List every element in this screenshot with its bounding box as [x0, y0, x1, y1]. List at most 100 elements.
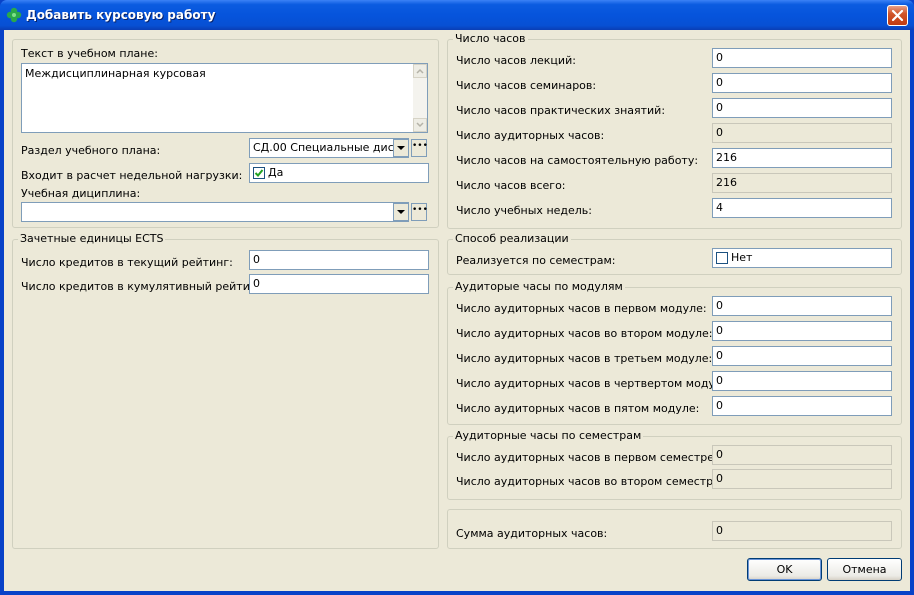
- row-label: Число аудиторных часов во втором модуле:: [456, 327, 713, 340]
- row-label: Число часов на самостоятельную работу:: [456, 154, 699, 167]
- number-input[interactable]: 0: [712, 396, 892, 416]
- row-label: Число часов семинаров:: [456, 79, 597, 92]
- scroll-down-arrow[interactable]: [413, 118, 427, 132]
- field-value: 0: [716, 472, 723, 485]
- field-value: 0: [716, 349, 723, 362]
- field-value: 0: [716, 126, 723, 139]
- realization-field: Нет: [712, 248, 892, 268]
- number-input[interactable]: 0: [712, 73, 892, 93]
- hours-group-title: Число часов: [453, 32, 528, 45]
- ects-group-title: Зачетные единицы ECTS: [18, 232, 166, 245]
- number-input[interactable]: 0: [712, 321, 892, 341]
- number-input[interactable]: 0: [712, 346, 892, 366]
- credits-current-label: Число кредитов в текущий рейтинг:: [21, 256, 233, 269]
- curriculum-group: Текст в учебном плане: Междисциплинарная…: [12, 39, 439, 228]
- semesters-group: Аудиторные часы по семестрам Число аудит…: [447, 429, 902, 500]
- field-value: 0: [716, 399, 723, 412]
- number-input[interactable]: 216: [712, 148, 892, 168]
- dialog-window: Добавить курсовую работу Текст в учебном…: [0, 0, 914, 595]
- chevron-up-icon: [416, 68, 424, 74]
- weekly-load-value: Да: [268, 166, 284, 179]
- sum-field: 0: [712, 521, 892, 541]
- weekly-load-label: Входит в расчет недельной нагрузки:: [21, 169, 243, 182]
- realization-group: Способ реализации Реализуется по семестр…: [447, 232, 902, 275]
- row-label: Число аудиторных часов в третьем модуле:: [456, 352, 713, 365]
- realization-value: Нет: [731, 251, 753, 264]
- readonly-field: 0: [712, 123, 892, 143]
- field-value: 216: [716, 176, 737, 189]
- readonly-field: 0: [712, 445, 892, 465]
- title-bar[interactable]: Добавить курсовую работу: [0, 0, 914, 30]
- row-label: Число аудиторных часов в первом семестре…: [456, 451, 718, 464]
- number-input[interactable]: 4: [712, 198, 892, 218]
- row-label: Число учебных недель:: [456, 204, 592, 217]
- app-clover-icon: [6, 7, 22, 23]
- field-value: 4: [716, 201, 723, 214]
- sum-value: 0: [716, 524, 723, 537]
- discipline-browse-button[interactable]: •••: [411, 203, 428, 221]
- scroll-up-arrow[interactable]: [413, 64, 427, 78]
- discipline-combo[interactable]: [21, 202, 409, 222]
- realization-group-title: Способ реализации: [453, 232, 571, 245]
- ellipsis-icon: •••: [412, 141, 428, 151]
- discipline-label: Учебная дициплина:: [21, 187, 141, 200]
- modules-group-title: Аудиторые часы по модулям: [453, 280, 625, 293]
- readonly-field: 216: [712, 173, 892, 193]
- credits-cumulative-label: Число кредитов в кумулятивный рейтинг:: [21, 280, 267, 293]
- field-value: 0: [716, 101, 723, 114]
- close-icon: [891, 9, 904, 22]
- dropdown-arrow-icon: [397, 146, 405, 150]
- row-label: Число аудиторных часов в пятом модуле:: [456, 402, 700, 415]
- dropdown-arrow-icon: [397, 210, 405, 214]
- row-label: Число часов всего:: [456, 179, 566, 192]
- section-label: Раздел учебного плана:: [21, 144, 161, 157]
- realization-label: Реализуется по семестрам:: [456, 254, 616, 267]
- window-title: Добавить курсовую работу: [26, 8, 216, 22]
- section-combo[interactable]: СД.00 Специальные дисцип: [249, 138, 409, 158]
- modules-group: Аудиторые часы по модулям Число аудиторн…: [447, 280, 902, 425]
- section-combo-value: СД.00 Специальные дисцип: [253, 141, 409, 154]
- ellipsis-icon: •••: [412, 205, 428, 215]
- row-label: Число часов лекций:: [456, 54, 576, 67]
- sum-label: Сумма аудиторных часов:: [456, 527, 608, 540]
- chevron-down-icon: [416, 122, 424, 128]
- section-browse-button[interactable]: •••: [411, 139, 428, 157]
- field-value: 216: [716, 151, 737, 164]
- text-label: Текст в учебном плане:: [21, 47, 158, 60]
- number-input[interactable]: 0: [712, 98, 892, 118]
- number-input[interactable]: 0: [712, 48, 892, 68]
- memo-scrollbar[interactable]: [413, 64, 427, 132]
- row-label: Число аудиторных часов во втором семестр…: [456, 475, 724, 488]
- credits-current-value: 0: [253, 253, 260, 266]
- credits-cumulative-input[interactable]: 0: [249, 274, 429, 294]
- weekly-load-field: Да: [249, 163, 429, 183]
- readonly-field: 0: [712, 469, 892, 489]
- text-memo-value: Междисциплинарная курсовая: [25, 67, 206, 80]
- field-value: 0: [716, 76, 723, 89]
- field-value: 0: [716, 448, 723, 461]
- number-input[interactable]: 0: [712, 296, 892, 316]
- text-memo[interactable]: Междисциплинарная курсовая: [21, 63, 428, 133]
- semesters-group-title: Аудиторные часы по семестрам: [453, 429, 644, 442]
- sum-group: Сумма аудиторных часов: 0: [447, 509, 902, 549]
- credits-current-input[interactable]: 0: [249, 250, 429, 270]
- field-value: 0: [716, 299, 723, 312]
- field-value: 0: [716, 324, 723, 337]
- row-label: Число аудиторных часов:: [456, 129, 605, 142]
- row-label: Число аудиторных часов в первом модуле:: [456, 302, 707, 315]
- field-value: 0: [716, 51, 723, 64]
- realization-checkbox[interactable]: [716, 252, 728, 264]
- row-label: Число часов практических знаятий:: [456, 104, 666, 117]
- cancel-button[interactable]: Отмена: [827, 558, 902, 581]
- weekly-load-checkbox[interactable]: [253, 167, 265, 179]
- close-button[interactable]: [887, 5, 908, 26]
- ok-button[interactable]: OK: [747, 558, 822, 581]
- row-label: Число аудиторных часов в чертвертом моду…: [456, 377, 733, 390]
- dialog-client-area: Текст в учебном плане: Междисциплинарная…: [4, 30, 910, 591]
- field-value: 0: [716, 374, 723, 387]
- section-combo-dropdown[interactable]: [393, 139, 409, 157]
- ects-group: Зачетные единицы ECTS Число кредитов в т…: [12, 232, 439, 549]
- hours-group: Число часов Число часов лекций: 0 Число ча…: [447, 32, 902, 229]
- number-input[interactable]: 0: [712, 371, 892, 391]
- discipline-combo-dropdown[interactable]: [393, 203, 409, 221]
